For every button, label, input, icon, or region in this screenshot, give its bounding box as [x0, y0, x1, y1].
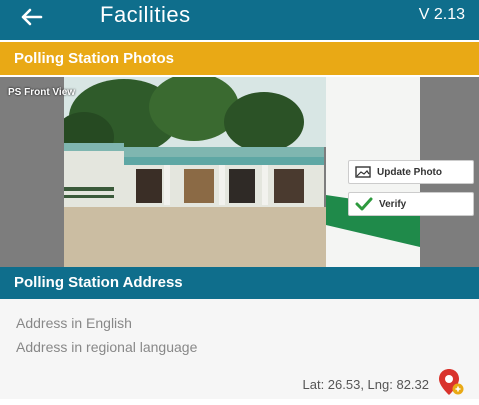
- address-panel: Address in English Address in regional l…: [0, 299, 479, 399]
- photo-carousel[interactable]: PS Front View Update Photo Verify: [0, 77, 479, 267]
- image-icon: [355, 166, 371, 178]
- update-photo-label: Update Photo: [377, 166, 442, 178]
- verify-label: Verify: [379, 198, 407, 210]
- map-pin-button[interactable]: [437, 367, 465, 397]
- photos-section-header: Polling Station Photos: [0, 42, 479, 75]
- verify-button[interactable]: Verify: [348, 192, 474, 216]
- bottom-edge: [0, 399, 479, 405]
- back-button[interactable]: [14, 2, 48, 32]
- page-title: Facilities: [100, 2, 191, 27]
- photo-caption: PS Front View: [8, 87, 76, 98]
- version-label: V 2.13: [418, 6, 465, 23]
- map-pin-icon: [439, 369, 464, 395]
- coordinates-text: Lat: 26.53, Lng: 82.32: [302, 377, 430, 392]
- address-english: Address in English: [16, 315, 132, 331]
- address-regional: Address in regional language: [16, 339, 198, 355]
- app-bar: Facilities V 2.13: [0, 0, 479, 40]
- address-section-header: Polling Station Address: [0, 267, 479, 299]
- back-arrow-icon: [21, 8, 43, 26]
- update-photo-button[interactable]: Update Photo: [348, 160, 474, 184]
- check-icon: [355, 197, 373, 211]
